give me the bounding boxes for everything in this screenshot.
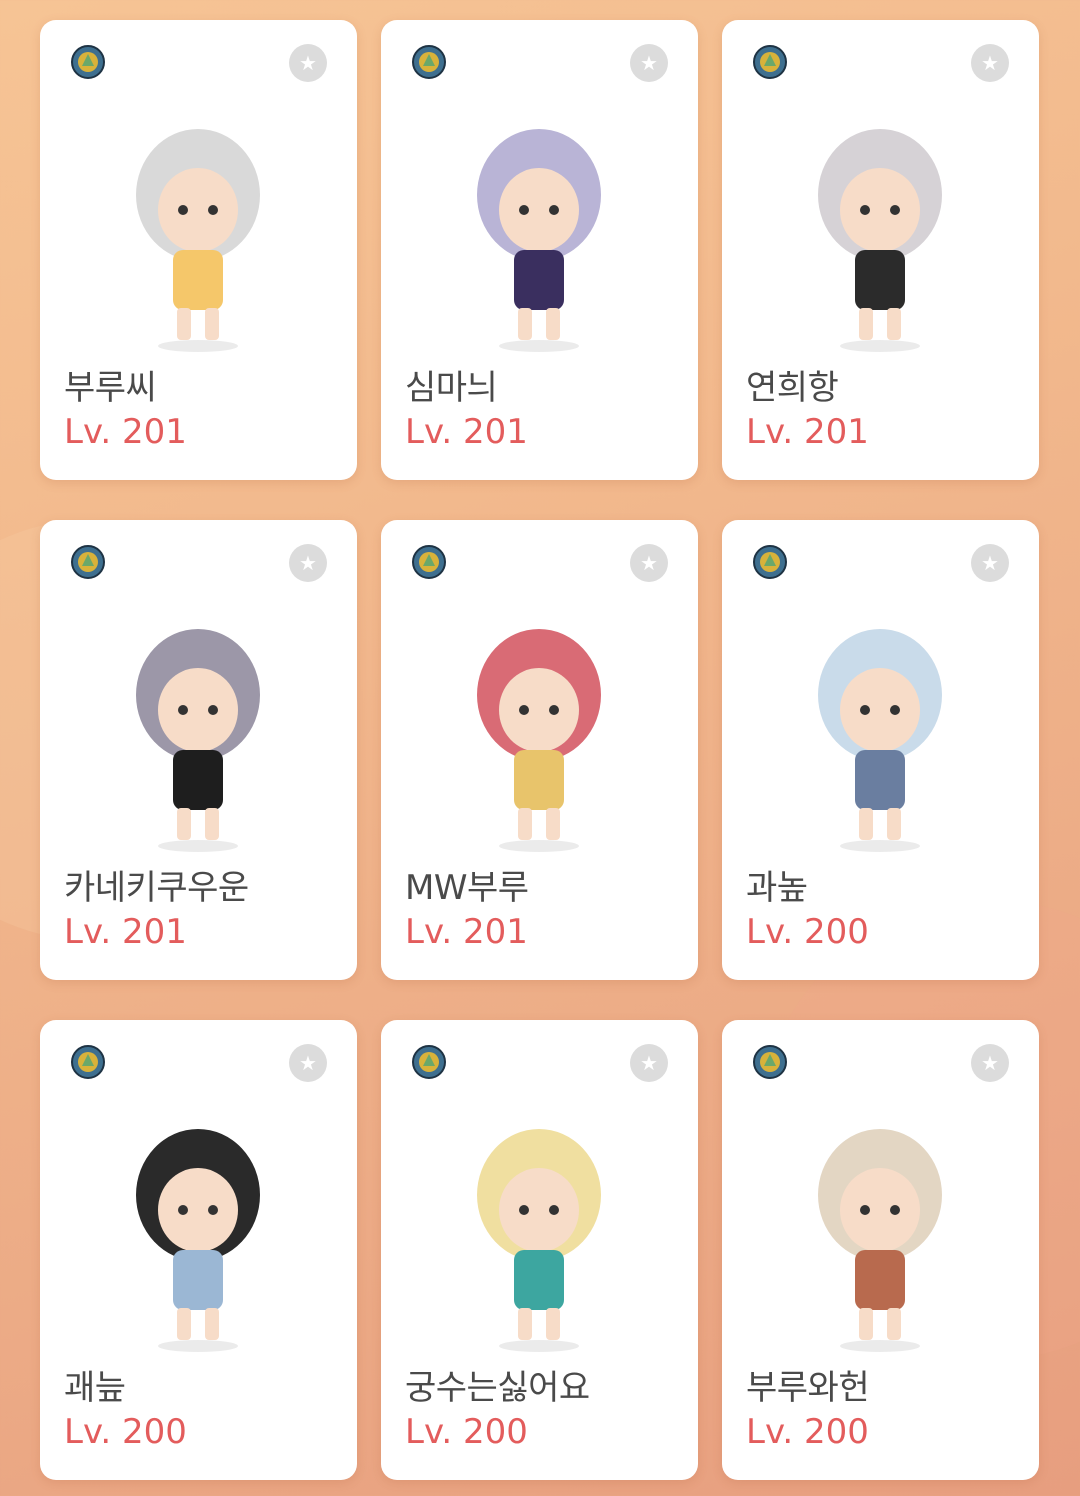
star-icon: ★: [981, 51, 999, 75]
favorite-button[interactable]: ★: [971, 1044, 1009, 1082]
favorite-button[interactable]: ★: [289, 544, 327, 582]
favorite-button[interactable]: ★: [289, 1044, 327, 1082]
character-level: Lv. 201: [746, 412, 869, 452]
favorite-button[interactable]: ★: [630, 44, 668, 82]
character-avatar: [65, 600, 332, 860]
character-card[interactable]: ★ 연희항 Lv. 201: [722, 20, 1039, 480]
character-level: Lv. 200: [746, 912, 869, 952]
world-emblem-icon: [70, 544, 106, 580]
character-avatar: [406, 100, 673, 360]
character-avatar: [747, 600, 1014, 860]
character-name: 심마늬: [405, 368, 498, 408]
character-name: 궁수는싫어요: [405, 1368, 590, 1408]
world-emblem-icon: [411, 544, 447, 580]
character-name: 괘늪: [64, 1368, 126, 1408]
character-level: Lv. 201: [405, 912, 528, 952]
character-level: Lv. 201: [64, 412, 187, 452]
character-level: Lv. 201: [64, 912, 187, 952]
character-avatar: [747, 1100, 1014, 1360]
character-grid: ★ 부루씨 Lv. 201 ★ 심마늬 Lv. 201 ★ 연희항 Lv. 20…: [0, 0, 1080, 1496]
star-icon: ★: [299, 1051, 317, 1075]
character-name: 부루와헌: [746, 1368, 870, 1408]
star-icon: ★: [640, 51, 658, 75]
character-level: Lv. 200: [746, 1412, 869, 1452]
character-level: Lv. 201: [405, 412, 528, 452]
character-avatar: [747, 100, 1014, 360]
favorite-button[interactable]: ★: [971, 544, 1009, 582]
star-icon: ★: [299, 51, 317, 75]
star-icon: ★: [981, 1051, 999, 1075]
character-level: Lv. 200: [405, 1412, 528, 1452]
character-avatar: [406, 600, 673, 860]
world-emblem-icon: [70, 44, 106, 80]
character-card[interactable]: ★ MW부루 Lv. 201: [381, 520, 698, 980]
character-avatar: [406, 1100, 673, 1360]
star-icon: ★: [981, 551, 999, 575]
character-card[interactable]: ★ 카네키쿠우운 Lv. 201: [40, 520, 357, 980]
star-icon: ★: [640, 1051, 658, 1075]
character-name: 과높: [746, 868, 808, 908]
world-emblem-icon: [752, 44, 788, 80]
character-avatar: [65, 100, 332, 360]
favorite-button[interactable]: ★: [971, 44, 1009, 82]
star-icon: ★: [299, 551, 317, 575]
character-card[interactable]: ★ 부루씨 Lv. 201: [40, 20, 357, 480]
world-emblem-icon: [752, 1044, 788, 1080]
character-avatar: [65, 1100, 332, 1360]
favorite-button[interactable]: ★: [289, 44, 327, 82]
character-card[interactable]: ★ 과높 Lv. 200: [722, 520, 1039, 980]
favorite-button[interactable]: ★: [630, 1044, 668, 1082]
character-card[interactable]: ★ 심마늬 Lv. 201: [381, 20, 698, 480]
character-name: 부루씨: [64, 368, 157, 408]
favorite-button[interactable]: ★: [630, 544, 668, 582]
character-card[interactable]: ★ 궁수는싫어요 Lv. 200: [381, 1020, 698, 1480]
star-icon: ★: [640, 551, 658, 575]
character-level: Lv. 200: [64, 1412, 187, 1452]
character-name: MW부루: [405, 868, 529, 908]
world-emblem-icon: [411, 1044, 447, 1080]
character-card[interactable]: ★ 부루와헌 Lv. 200: [722, 1020, 1039, 1480]
world-emblem-icon: [411, 44, 447, 80]
world-emblem-icon: [70, 1044, 106, 1080]
character-name: 연희항: [746, 368, 839, 408]
character-card[interactable]: ★ 괘늪 Lv. 200: [40, 1020, 357, 1480]
world-emblem-icon: [752, 544, 788, 580]
character-name: 카네키쿠우운: [64, 868, 249, 908]
